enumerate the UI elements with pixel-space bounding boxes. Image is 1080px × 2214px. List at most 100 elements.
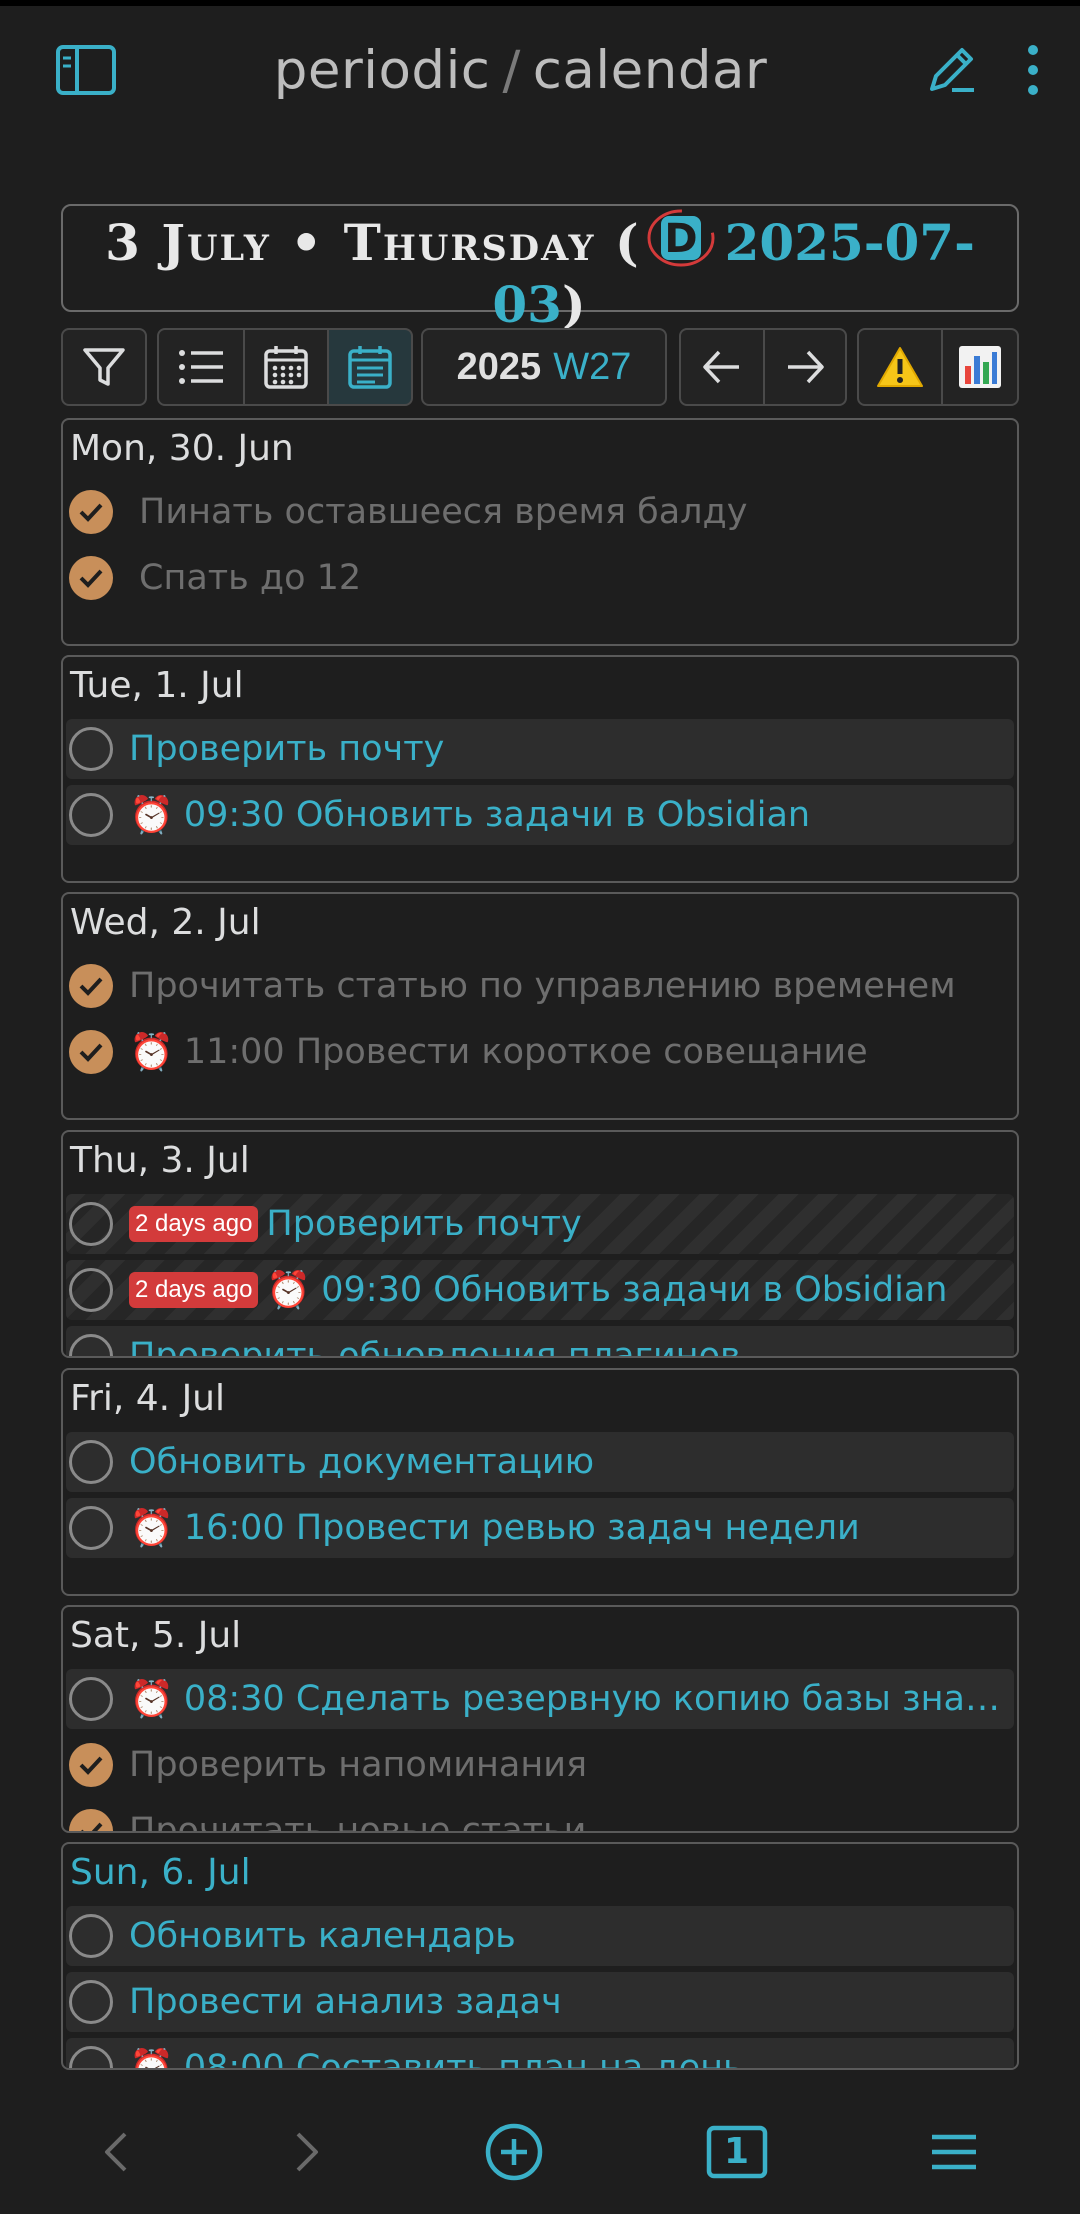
task-item[interactable]: ⏰ 11:00 Провести короткое совещание — [66, 1022, 1014, 1082]
task-item[interactable]: Проверить обновления плагинов — [66, 1326, 1014, 1356]
checkbox-empty[interactable] — [69, 727, 113, 771]
task-item[interactable]: Провести анализ задач — [66, 1972, 1014, 2032]
task-label: Обновить календарь — [129, 1916, 516, 1956]
task-label: 09:30 Обновить задачи в Obsidian — [321, 1270, 948, 1310]
next-week-button[interactable] — [763, 328, 847, 406]
checkbox-empty[interactable] — [69, 1677, 113, 1721]
task-label: Прочитать статью по управлению временем — [129, 966, 956, 1006]
task-item[interactable]: 2 days ago Проверить почту — [66, 1194, 1014, 1254]
day-card-today: Sun, 6. Jul Обновить календарь Провести … — [61, 1842, 1019, 2070]
week-label: W27 — [553, 345, 632, 388]
day-title[interactable]: Mon, 30. Jun — [63, 420, 1017, 482]
day-title[interactable]: Tue, 1. Jul — [63, 657, 1017, 719]
checkbox-empty[interactable] — [69, 1268, 113, 1312]
task-item[interactable]: 2 days ago ⏰ 09:30 Обновить задачи в Obs… — [66, 1260, 1014, 1320]
arrow-right-icon — [788, 350, 824, 384]
alarm-clock-icon: ⏰ — [266, 1270, 312, 1311]
task-item[interactable]: Проверить почту — [66, 719, 1014, 779]
list-icon — [179, 350, 223, 384]
checkbox-empty[interactable] — [69, 1334, 113, 1356]
task-item[interactable]: Пинать оставшееся время балду — [66, 482, 1014, 542]
checkbox-checked[interactable] — [69, 1030, 113, 1074]
task-item[interactable]: Прочитать новые статьи — [66, 1801, 1014, 1831]
checkbox-empty[interactable] — [69, 1202, 113, 1246]
hamburger-menu-icon — [932, 2134, 977, 2170]
path-folder: periodic — [273, 39, 491, 101]
daily-note-badge[interactable]: D — [645, 208, 715, 268]
tabs-switcher-button[interactable]: 1 — [706, 2125, 768, 2179]
task-item[interactable]: ⏰ 09:30 Обновить задачи в Obsidian — [66, 785, 1014, 845]
calendar-toolbar: 2025 W27 — [61, 328, 1019, 406]
bar-chart-icon — [959, 346, 1001, 388]
menu-button[interactable] — [929, 2132, 979, 2172]
arrow-left-icon — [703, 350, 739, 384]
alarm-clock-icon: ⏰ — [129, 2048, 174, 2070]
week-view-button[interactable] — [327, 328, 413, 406]
new-note-button[interactable] — [484, 2122, 544, 2182]
header-close-paren: ) — [561, 275, 588, 334]
day-card: Thu, 3. Jul 2 days ago Проверить почту 2… — [61, 1130, 1019, 1358]
checkbox-checked[interactable] — [69, 556, 113, 600]
day-title[interactable]: Thu, 3. Jul — [63, 1132, 1017, 1194]
alarm-clock-icon: ⏰ — [129, 1508, 174, 1549]
checkbox-empty[interactable] — [69, 1980, 113, 2024]
task-label: 16:00 Провести ревью задач недели — [183, 1508, 860, 1548]
filter-icon — [83, 348, 125, 386]
filter-button[interactable] — [61, 328, 147, 406]
month-view-button[interactable] — [243, 328, 329, 406]
badge-letter: D — [664, 216, 697, 262]
task-label: 09:30 Обновить задачи в Obsidian — [183, 795, 811, 835]
task-label: Пинать оставшееся время балду — [139, 492, 748, 532]
checkbox-empty[interactable] — [69, 1440, 113, 1484]
day-title[interactable]: Sat, 5. Jul — [63, 1607, 1017, 1669]
checkbox-empty[interactable] — [69, 1914, 113, 1958]
alarm-clock-icon: ⏰ — [129, 795, 174, 836]
tab-count: 1 — [724, 2131, 750, 2172]
year-week-selector[interactable]: 2025 W27 — [421, 328, 667, 406]
path-note: calendar — [532, 39, 768, 101]
checkbox-checked[interactable] — [69, 964, 113, 1008]
previous-week-button[interactable] — [679, 328, 765, 406]
task-item[interactable]: Прочитать статью по управлению временем — [66, 956, 1014, 1016]
top-bar: periodic / calendar — [0, 6, 1080, 134]
forward-button[interactable] — [292, 2130, 322, 2174]
overdue-warning-button[interactable] — [857, 328, 943, 406]
back-button[interactable] — [101, 2130, 131, 2174]
checkbox-empty[interactable] — [69, 793, 113, 837]
note-path-title[interactable]: periodic / calendar — [274, 40, 768, 101]
path-separator: / — [502, 39, 521, 101]
task-item[interactable]: Проверить напоминания — [66, 1735, 1014, 1795]
task-label: Обновить документацию — [129, 1442, 595, 1482]
checkbox-checked[interactable] — [69, 1743, 113, 1787]
task-label: Проверить почту — [129, 729, 445, 769]
task-item[interactable]: Обновить документацию — [66, 1432, 1014, 1492]
day-title[interactable]: Fri, 4. Jul — [63, 1370, 1017, 1432]
task-item[interactable]: ⏰ 08:30 Сделать резервную копию базы зна… — [66, 1669, 1014, 1729]
alarm-clock-icon: ⏰ — [129, 1032, 174, 1073]
warning-icon — [877, 347, 923, 387]
checkbox-checked[interactable] — [69, 1809, 113, 1831]
header-date-text: 3 July • Thursday ( — [105, 213, 641, 272]
task-item[interactable]: ⏰ 08:00 Составить план на день — [66, 2038, 1014, 2070]
day-title[interactable]: Sun, 6. Jul — [63, 1844, 1017, 1906]
checkbox-empty[interactable] — [69, 1506, 113, 1550]
task-label: Спать до 12 — [139, 558, 362, 598]
task-item[interactable]: ⏰ 16:00 Провести ревью задач недели — [66, 1498, 1014, 1558]
checkbox-checked[interactable] — [69, 490, 113, 534]
task-item[interactable]: Спать до 12 — [66, 548, 1014, 608]
day-card: Wed, 2. Jul Прочитать статью по управлен… — [61, 892, 1019, 1120]
statistics-button[interactable] — [941, 328, 1019, 406]
sidebar-toggle-icon[interactable] — [55, 44, 117, 96]
overdue-badge: 2 days ago — [129, 1272, 259, 1308]
checkbox-empty[interactable] — [69, 2046, 113, 2068]
edit-pencil-icon[interactable] — [924, 43, 978, 97]
calendar-week-icon — [348, 346, 392, 389]
more-options-icon[interactable] — [1026, 44, 1040, 96]
task-label: 08:00 Составить план на день — [183, 2048, 744, 2070]
list-view-button[interactable] — [157, 328, 245, 406]
chevron-left-icon — [104, 2132, 127, 2172]
alarm-clock-icon: ⏰ — [129, 1679, 174, 1720]
chevron-right-icon — [296, 2132, 319, 2172]
day-title[interactable]: Wed, 2. Jul — [63, 894, 1017, 956]
task-item[interactable]: Обновить календарь — [66, 1906, 1014, 1966]
